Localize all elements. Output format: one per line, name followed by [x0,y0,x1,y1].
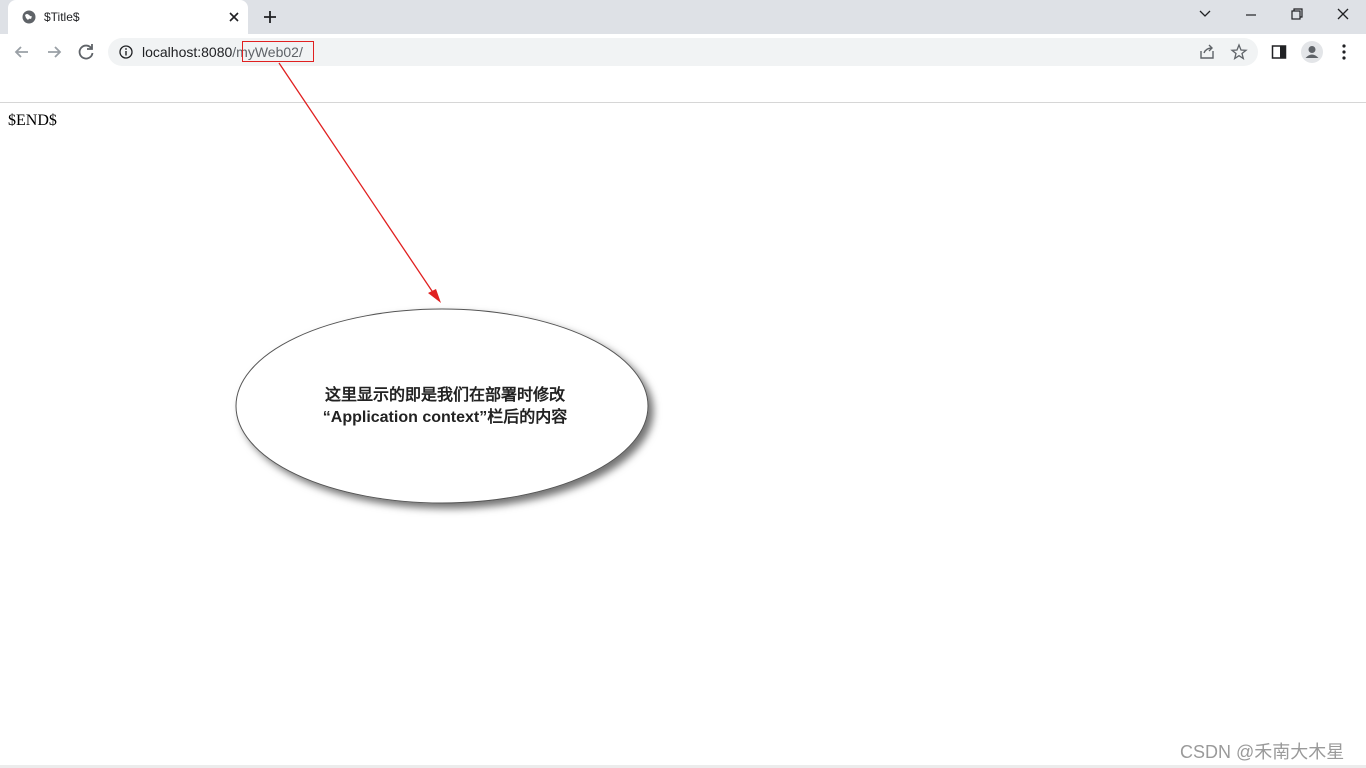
watermark-text: CSDN @禾南大木星 [1180,742,1345,762]
callout-text: 这里显示的即是我们在部署时修改 “Application context”栏后的… [290,385,600,429]
callout-line-1: 这里显示的即是我们在部署时修改 [324,387,565,404]
callout-graphic [235,62,649,504]
callout-arrow-line [278,62,437,298]
callout-arrowhead [428,289,441,303]
callout-line-2: “Application context”栏后的内容 [322,409,568,426]
